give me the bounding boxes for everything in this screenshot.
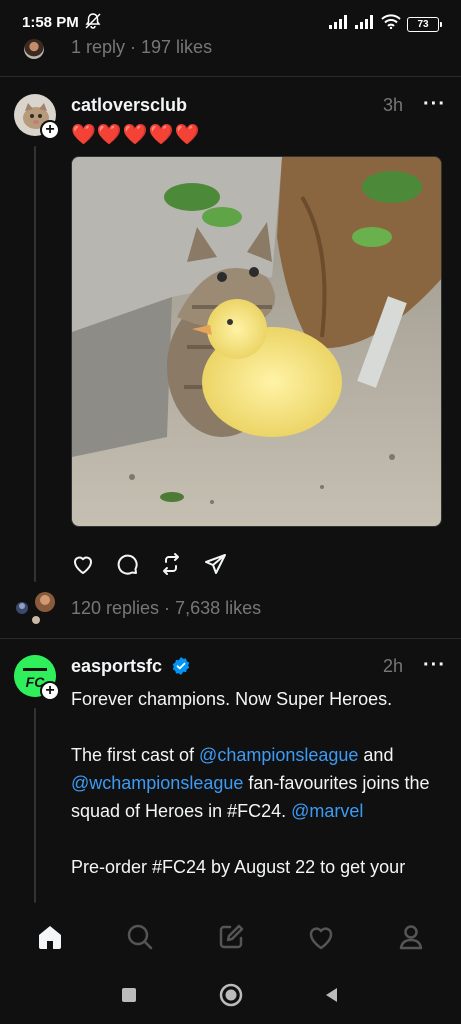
post-stats[interactable]: 120 replies · 7,638 likes [71, 598, 261, 619]
like-heart-icon[interactable] [71, 552, 95, 576]
verified-badge-icon [172, 657, 190, 680]
post-line: Forever champions. Now Super Heroes. [71, 689, 393, 709]
divider [0, 76, 461, 77]
bottom-tab-bar [0, 904, 461, 970]
previous-post-stats[interactable]: 1 reply · 197 likes [71, 37, 212, 58]
mention-link[interactable]: @wchampionsleague [71, 773, 243, 793]
text-span: and [358, 745, 394, 765]
battery-icon: 73 [407, 16, 442, 32]
text-span: The first cast of [71, 745, 200, 765]
post-time: 2h [383, 656, 404, 676]
post-actions [71, 552, 227, 576]
post-paragraph: The first cast of @championsleague and @… [71, 741, 446, 825]
wifi-icon [381, 14, 401, 34]
more-options-icon[interactable]: ··· [423, 654, 446, 677]
mention-link[interactable]: @marvel [291, 801, 363, 821]
divider [0, 638, 461, 639]
home-icon[interactable] [30, 917, 70, 957]
home-circle-icon[interactable] [218, 982, 244, 1013]
post-text: ❤️❤️❤️❤️❤️ [71, 124, 201, 146]
follow-plus-icon[interactable]: + [40, 120, 60, 140]
mute-icon [84, 12, 102, 30]
kitten-duckling-photo[interactable] [71, 156, 442, 527]
post-username[interactable]: easportsfc [71, 656, 162, 677]
compose-icon[interactable] [211, 917, 251, 957]
avatar[interactable] [24, 39, 44, 59]
signal-icon [329, 14, 349, 34]
post-time: 3h [383, 95, 404, 115]
recents-square-icon[interactable] [119, 985, 139, 1010]
mention-link[interactable]: @championsleague [199, 745, 358, 765]
comment-icon[interactable] [115, 552, 139, 576]
thread-line [34, 146, 36, 582]
repost-icon[interactable] [159, 552, 183, 576]
signal-icon [355, 14, 375, 34]
thread-line [34, 708, 36, 903]
status-time: 1:58 PM [22, 14, 79, 31]
post-username[interactable]: catloversclub [71, 95, 187, 116]
reply-avatars [12, 591, 58, 625]
system-navigation-bar [0, 970, 461, 1024]
follow-plus-icon[interactable]: + [40, 681, 60, 701]
post-paragraph: Pre-order #FC24 by August 22 to get your [71, 857, 406, 877]
status-icons: 73 [329, 14, 442, 34]
back-triangle-icon[interactable] [322, 985, 342, 1010]
share-icon[interactable] [203, 552, 227, 576]
more-options-icon[interactable]: ··· [423, 93, 446, 116]
search-icon[interactable] [120, 917, 160, 957]
previous-post-footer: 1 reply · 197 likes [0, 34, 461, 60]
post-text: Forever champions. Now Super Heroes. The… [71, 685, 446, 909]
profile-icon[interactable] [391, 917, 431, 957]
activity-heart-icon[interactable] [301, 917, 341, 957]
